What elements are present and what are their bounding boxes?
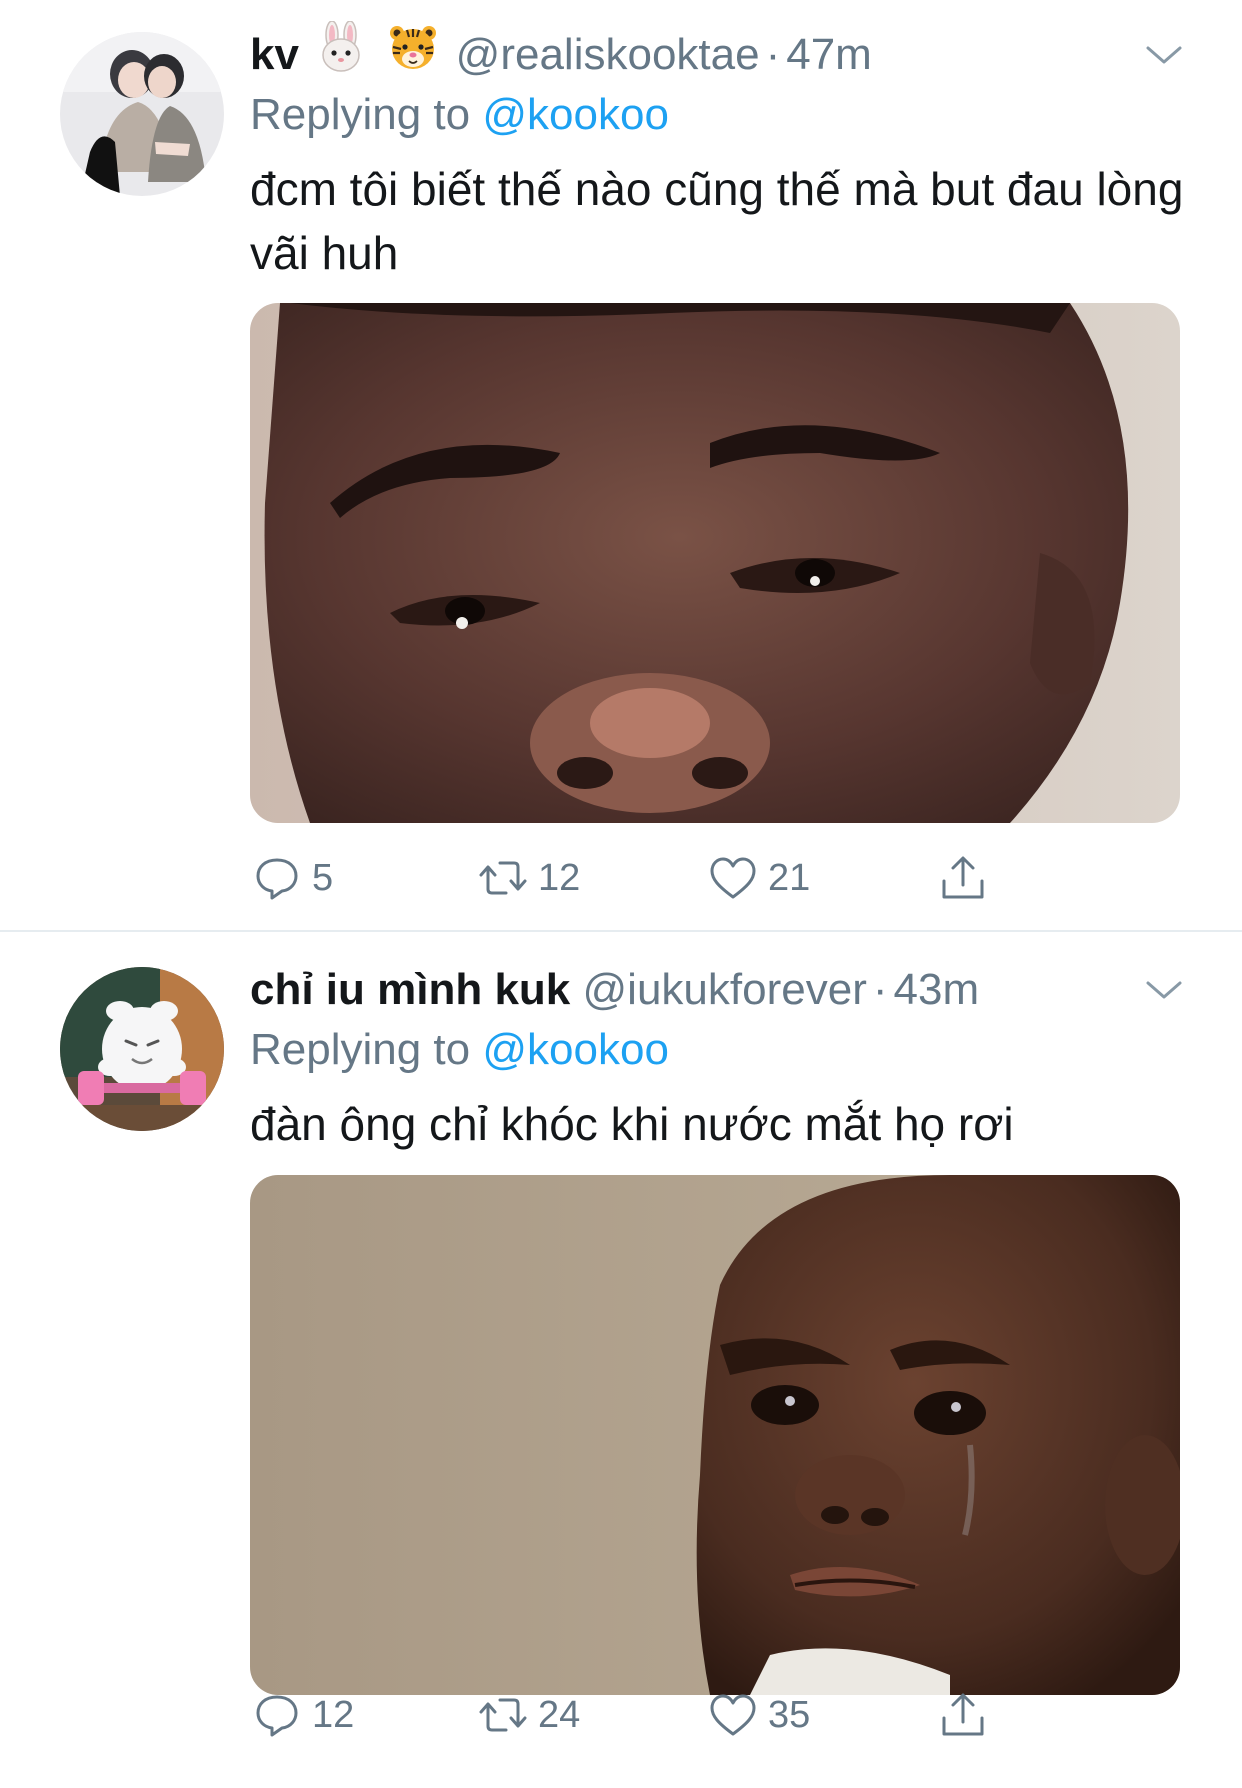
replying-label: Replying to	[250, 1025, 471, 1074]
like-button[interactable]: 35	[708, 1685, 810, 1745]
replying-to: Replying to @kookoo	[250, 1020, 669, 1080]
handle[interactable]: @realiskooktae	[456, 30, 760, 79]
tweet-photo[interactable]	[250, 1175, 1180, 1695]
reply-icon	[256, 1695, 298, 1737]
chevron-down-icon[interactable]	[1144, 40, 1184, 70]
tweet-header: chỉ iu mình kuk @iukukforever · 43m	[250, 955, 979, 1025]
mention-link[interactable]: @kookoo	[482, 1025, 669, 1074]
display-name[interactable]: kv	[250, 30, 299, 79]
retweet-button[interactable]: 24	[478, 1685, 580, 1745]
share-button[interactable]	[938, 1685, 988, 1745]
avatar[interactable]	[60, 32, 224, 196]
reply-button[interactable]: 5	[252, 848, 333, 908]
tiger-face-icon	[387, 21, 439, 94]
timestamp[interactable]: 43m	[894, 965, 980, 1014]
separator: ·	[765, 30, 781, 79]
like-icon	[710, 1694, 756, 1736]
tweet-header: kv @realiskooktae · 47m	[250, 20, 872, 94]
retweet-count: 24	[538, 1693, 581, 1736]
chevron-down-icon[interactable]	[1144, 975, 1184, 1005]
share-icon	[942, 1693, 984, 1736]
share-icon	[942, 856, 984, 899]
rabbit-face-icon	[315, 20, 367, 94]
tweet-actions: 12 24 35	[250, 1685, 1010, 1745]
mention-link[interactable]: @kookoo	[482, 90, 669, 139]
tweet-text: đàn ông chỉ khóc khi nước mắt họ rơi	[250, 1098, 1014, 1150]
replying-to: Replying to @kookoo	[250, 85, 669, 145]
separator: ·	[872, 965, 888, 1014]
share-button[interactable]	[938, 848, 988, 908]
timestamp[interactable]: 47m	[786, 30, 872, 79]
avatar[interactable]	[60, 967, 224, 1131]
retweet-count: 12	[538, 856, 581, 899]
like-count: 35	[768, 1693, 811, 1736]
replying-label: Replying to	[250, 90, 471, 139]
like-count: 21	[768, 856, 811, 899]
tweet-actions: 5 12 21	[250, 848, 1010, 908]
retweet-icon	[479, 1698, 527, 1732]
reply-count: 5	[312, 856, 334, 899]
tweet-photo[interactable]	[250, 303, 1180, 823]
reply-button[interactable]: 12	[252, 1685, 354, 1745]
display-name[interactable]: chỉ iu mình kuk	[250, 965, 570, 1014]
retweet-icon	[479, 861, 527, 895]
tweet-text: đcm tôi biết thế nào cũng thế mà but đau…	[250, 163, 1184, 279]
reply-count: 12	[312, 1693, 355, 1736]
tweet[interactable]: kv @realiskooktae · 47m Replying to @koo…	[0, 0, 1242, 930]
retweet-button[interactable]: 12	[478, 848, 580, 908]
handle[interactable]: @iukukforever	[583, 965, 867, 1014]
like-button[interactable]: 21	[708, 848, 810, 908]
reply-icon	[256, 858, 298, 900]
divider	[0, 930, 1242, 932]
tweet[interactable]: chỉ iu mình kuk @iukukforever · 43m Replyi…	[0, 935, 1242, 1788]
like-icon	[710, 857, 756, 899]
